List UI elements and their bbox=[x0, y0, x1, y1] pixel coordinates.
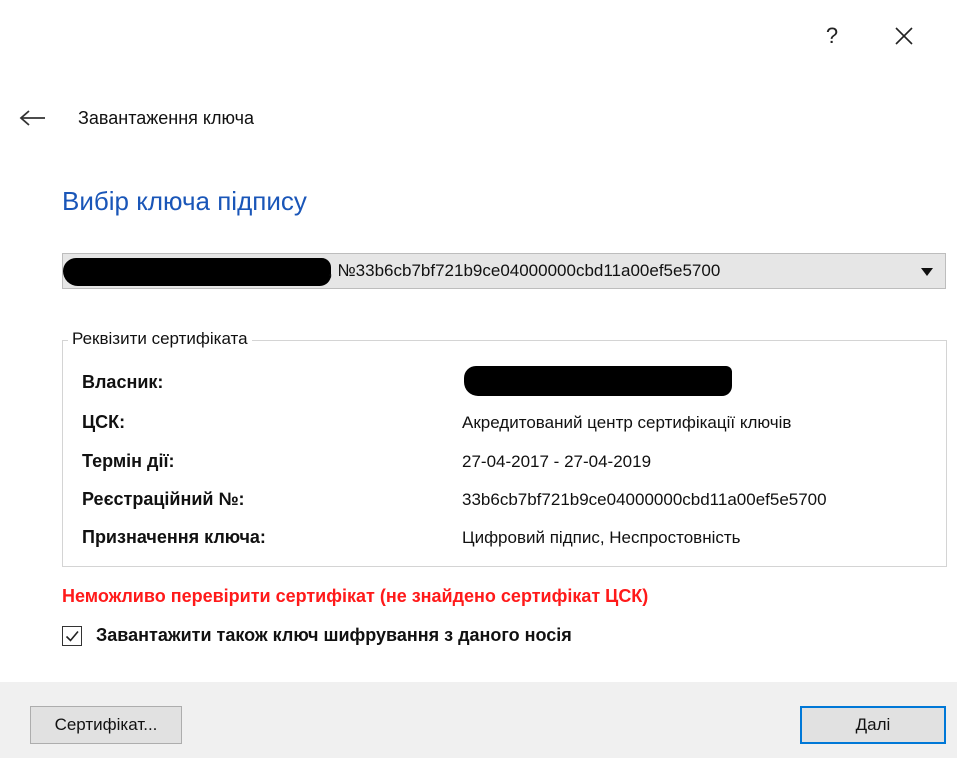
validity-value: 27-04-2017 - 27-04-2019 bbox=[462, 452, 652, 471]
key-purpose-value: Цифровий підпис, Неспростовність bbox=[462, 528, 741, 547]
certificate-details-legend: Реквізити сертифіката bbox=[68, 329, 252, 349]
registration-number-label: Реєстраційний №: bbox=[82, 489, 245, 509]
close-icon bbox=[895, 27, 913, 45]
next-button[interactable]: Далі bbox=[800, 706, 946, 744]
key-purpose-label: Призначення ключа: bbox=[82, 527, 266, 547]
help-button[interactable]: ? bbox=[812, 18, 852, 54]
error-message: Неможливо перевірити сертифікат (не знай… bbox=[62, 586, 649, 606]
ca-label: ЦСК: bbox=[82, 412, 126, 432]
page-title: Вибір ключа підпису bbox=[62, 186, 307, 216]
load-encryption-key-checkbox[interactable] bbox=[62, 626, 82, 646]
key-select-dropdown[interactable]: , №33b6cb7bf721b9ce04000000cbd11a00ef5e5… bbox=[62, 253, 946, 289]
checkmark-icon bbox=[65, 630, 79, 642]
certificate-button[interactable]: Сертифікат... bbox=[30, 706, 182, 744]
registration-number-value: 33b6cb7bf721b9ce04000000cbd11a00ef5e5700 bbox=[462, 490, 827, 509]
redaction-mark bbox=[63, 258, 331, 286]
close-button[interactable] bbox=[884, 18, 924, 54]
load-encryption-key-label[interactable]: Завантажити також ключ шифрування з дано… bbox=[96, 625, 572, 646]
nav-title: Завантаження ключа bbox=[78, 107, 255, 128]
nav-header: Завантаження ключа bbox=[18, 100, 254, 136]
validity-label: Термін дії: bbox=[82, 451, 175, 471]
key-select-value: , №33b6cb7bf721b9ce04000000cbd11a00ef5e5… bbox=[328, 261, 721, 280]
ca-value: Акредитований центр сертифікації ключів bbox=[462, 413, 792, 432]
owner-value-redacted bbox=[464, 366, 732, 396]
owner-label: Власник: bbox=[82, 372, 164, 392]
back-arrow-icon[interactable] bbox=[18, 108, 48, 128]
dropdown-arrow-icon[interactable] bbox=[921, 268, 933, 276]
